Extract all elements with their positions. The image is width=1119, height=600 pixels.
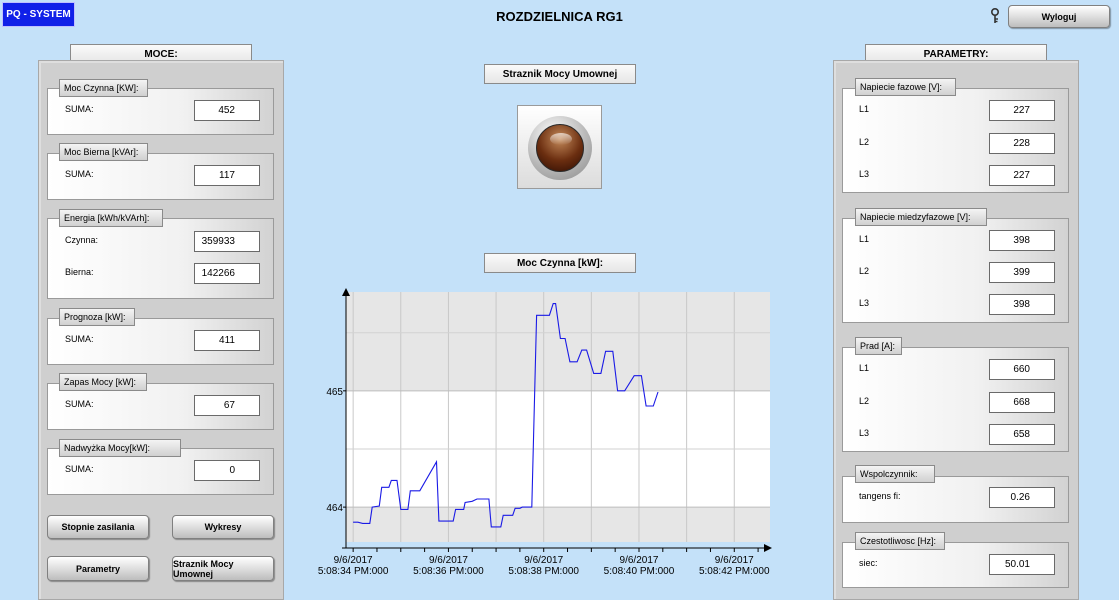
chart-x-tick-label: 9/6/2017 <box>334 555 373 566</box>
group-title: Napiecie fazowe [V]: <box>855 78 956 96</box>
page-title: ROZDZIELNICA RG1 <box>496 9 623 24</box>
row-label: SUMA: <box>65 169 94 179</box>
chart-x-tick-label: 9/6/2017 <box>715 555 754 566</box>
row-label: SUMA: <box>65 334 94 344</box>
value-field: 228 <box>989 133 1055 154</box>
chart-x-tick-label: 9/6/2017 <box>524 555 563 566</box>
row-label: Bierna: <box>65 267 94 277</box>
chart-band-bottom <box>346 507 770 542</box>
row-label: SUMA: <box>65 399 94 409</box>
row-label: L3 <box>859 169 870 179</box>
chart-y-tick-label: 464 <box>326 503 343 514</box>
row-label: L3 <box>859 428 870 438</box>
logout-button[interactable]: Wyloguj <box>1008 5 1110 28</box>
chart-x-tick-label: 9/6/2017 <box>429 555 468 566</box>
row-label: siec: <box>859 558 878 568</box>
value-field: 359933 <box>194 231 260 252</box>
chart-x-tick-label: 5:08:40 PM:000 <box>604 566 675 577</box>
chart-x-tick-label: 9/6/2017 <box>620 555 659 566</box>
group-title: Moc Bierna [kVAr]: <box>59 143 148 161</box>
row-label: L1 <box>859 104 870 114</box>
row-label: L1 <box>859 363 870 373</box>
row-label: L2 <box>859 396 870 406</box>
group-title: Energia [kWh/kVArh]: <box>59 209 163 227</box>
row-label: L1 <box>859 234 870 244</box>
key-icon <box>991 8 999 23</box>
guard-indicator <box>517 105 602 189</box>
power-chart: 4644659/6/20175:08:34 PM:0009/6/20175:08… <box>318 288 772 577</box>
group-title: Napiecie miedzyfazowe [V]: <box>855 208 987 226</box>
chart-x-tick-label: 5:08:36 PM:000 <box>413 566 484 577</box>
chart-x-tick-label: 5:08:38 PM:000 <box>508 566 579 577</box>
value-field: 452 <box>194 100 260 121</box>
value-field: 660 <box>989 359 1055 380</box>
group-title: Moc Czynna [KW]: <box>59 79 148 97</box>
chart-x-tick-label: 5:08:42 PM:000 <box>699 566 770 577</box>
group-title: Prognoza [kW]: <box>59 308 135 326</box>
value-field: 398 <box>989 230 1055 251</box>
group-title: Nadwyżka Mocy[kW]: <box>59 439 181 457</box>
group-title: Prad [A]: <box>855 337 902 355</box>
charts-button[interactable]: Wykresy <box>172 515 274 539</box>
row-label: SUMA: <box>65 104 94 114</box>
chart-y-tick-label: 465 <box>326 387 343 398</box>
supply-stages-button[interactable]: Stopnie zasilania <box>47 515 149 539</box>
row-label: L3 <box>859 298 870 308</box>
value-field: 668 <box>989 392 1055 413</box>
group-title: Zapas Mocy [kW]: <box>59 373 147 391</box>
parameters-button[interactable]: Parametry <box>47 556 149 581</box>
value-field: 658 <box>989 424 1055 445</box>
row-label: L2 <box>859 266 870 276</box>
row-label: L2 <box>859 137 870 147</box>
guard-title: Straznik Mocy Umownej <box>484 64 636 84</box>
indicator-lamp-icon <box>528 116 592 180</box>
row-label: SUMA: <box>65 464 94 474</box>
group-title: Czestotliwosc [Hz]: <box>855 532 945 550</box>
contract-power-guard-button[interactable]: Straznik Mocy Umownej <box>172 556 274 581</box>
value-field: 227 <box>989 165 1055 186</box>
value-field: 398 <box>989 294 1055 315</box>
row-label: Czynna: <box>65 235 99 245</box>
value-field: 67 <box>194 395 260 416</box>
value-field: 411 <box>194 330 260 351</box>
row-label: tangens fi: <box>859 491 901 501</box>
value-field: 227 <box>989 100 1055 121</box>
value-field: 50.01 <box>989 554 1055 575</box>
value-field: 0.26 <box>989 487 1055 508</box>
chart-x-axis-arrow <box>764 544 772 552</box>
chart-title: Moc Czynna [kW]: <box>484 253 636 273</box>
chart-band-top <box>346 292 770 391</box>
value-field: 399 <box>989 262 1055 283</box>
group-title: Wspolczynnik: <box>855 465 935 483</box>
chart-x-tick-label: 5:08:34 PM:000 <box>318 566 389 577</box>
value-field: 0 <box>194 460 260 481</box>
value-field: 142266 <box>194 263 260 284</box>
value-field: 117 <box>194 165 260 186</box>
